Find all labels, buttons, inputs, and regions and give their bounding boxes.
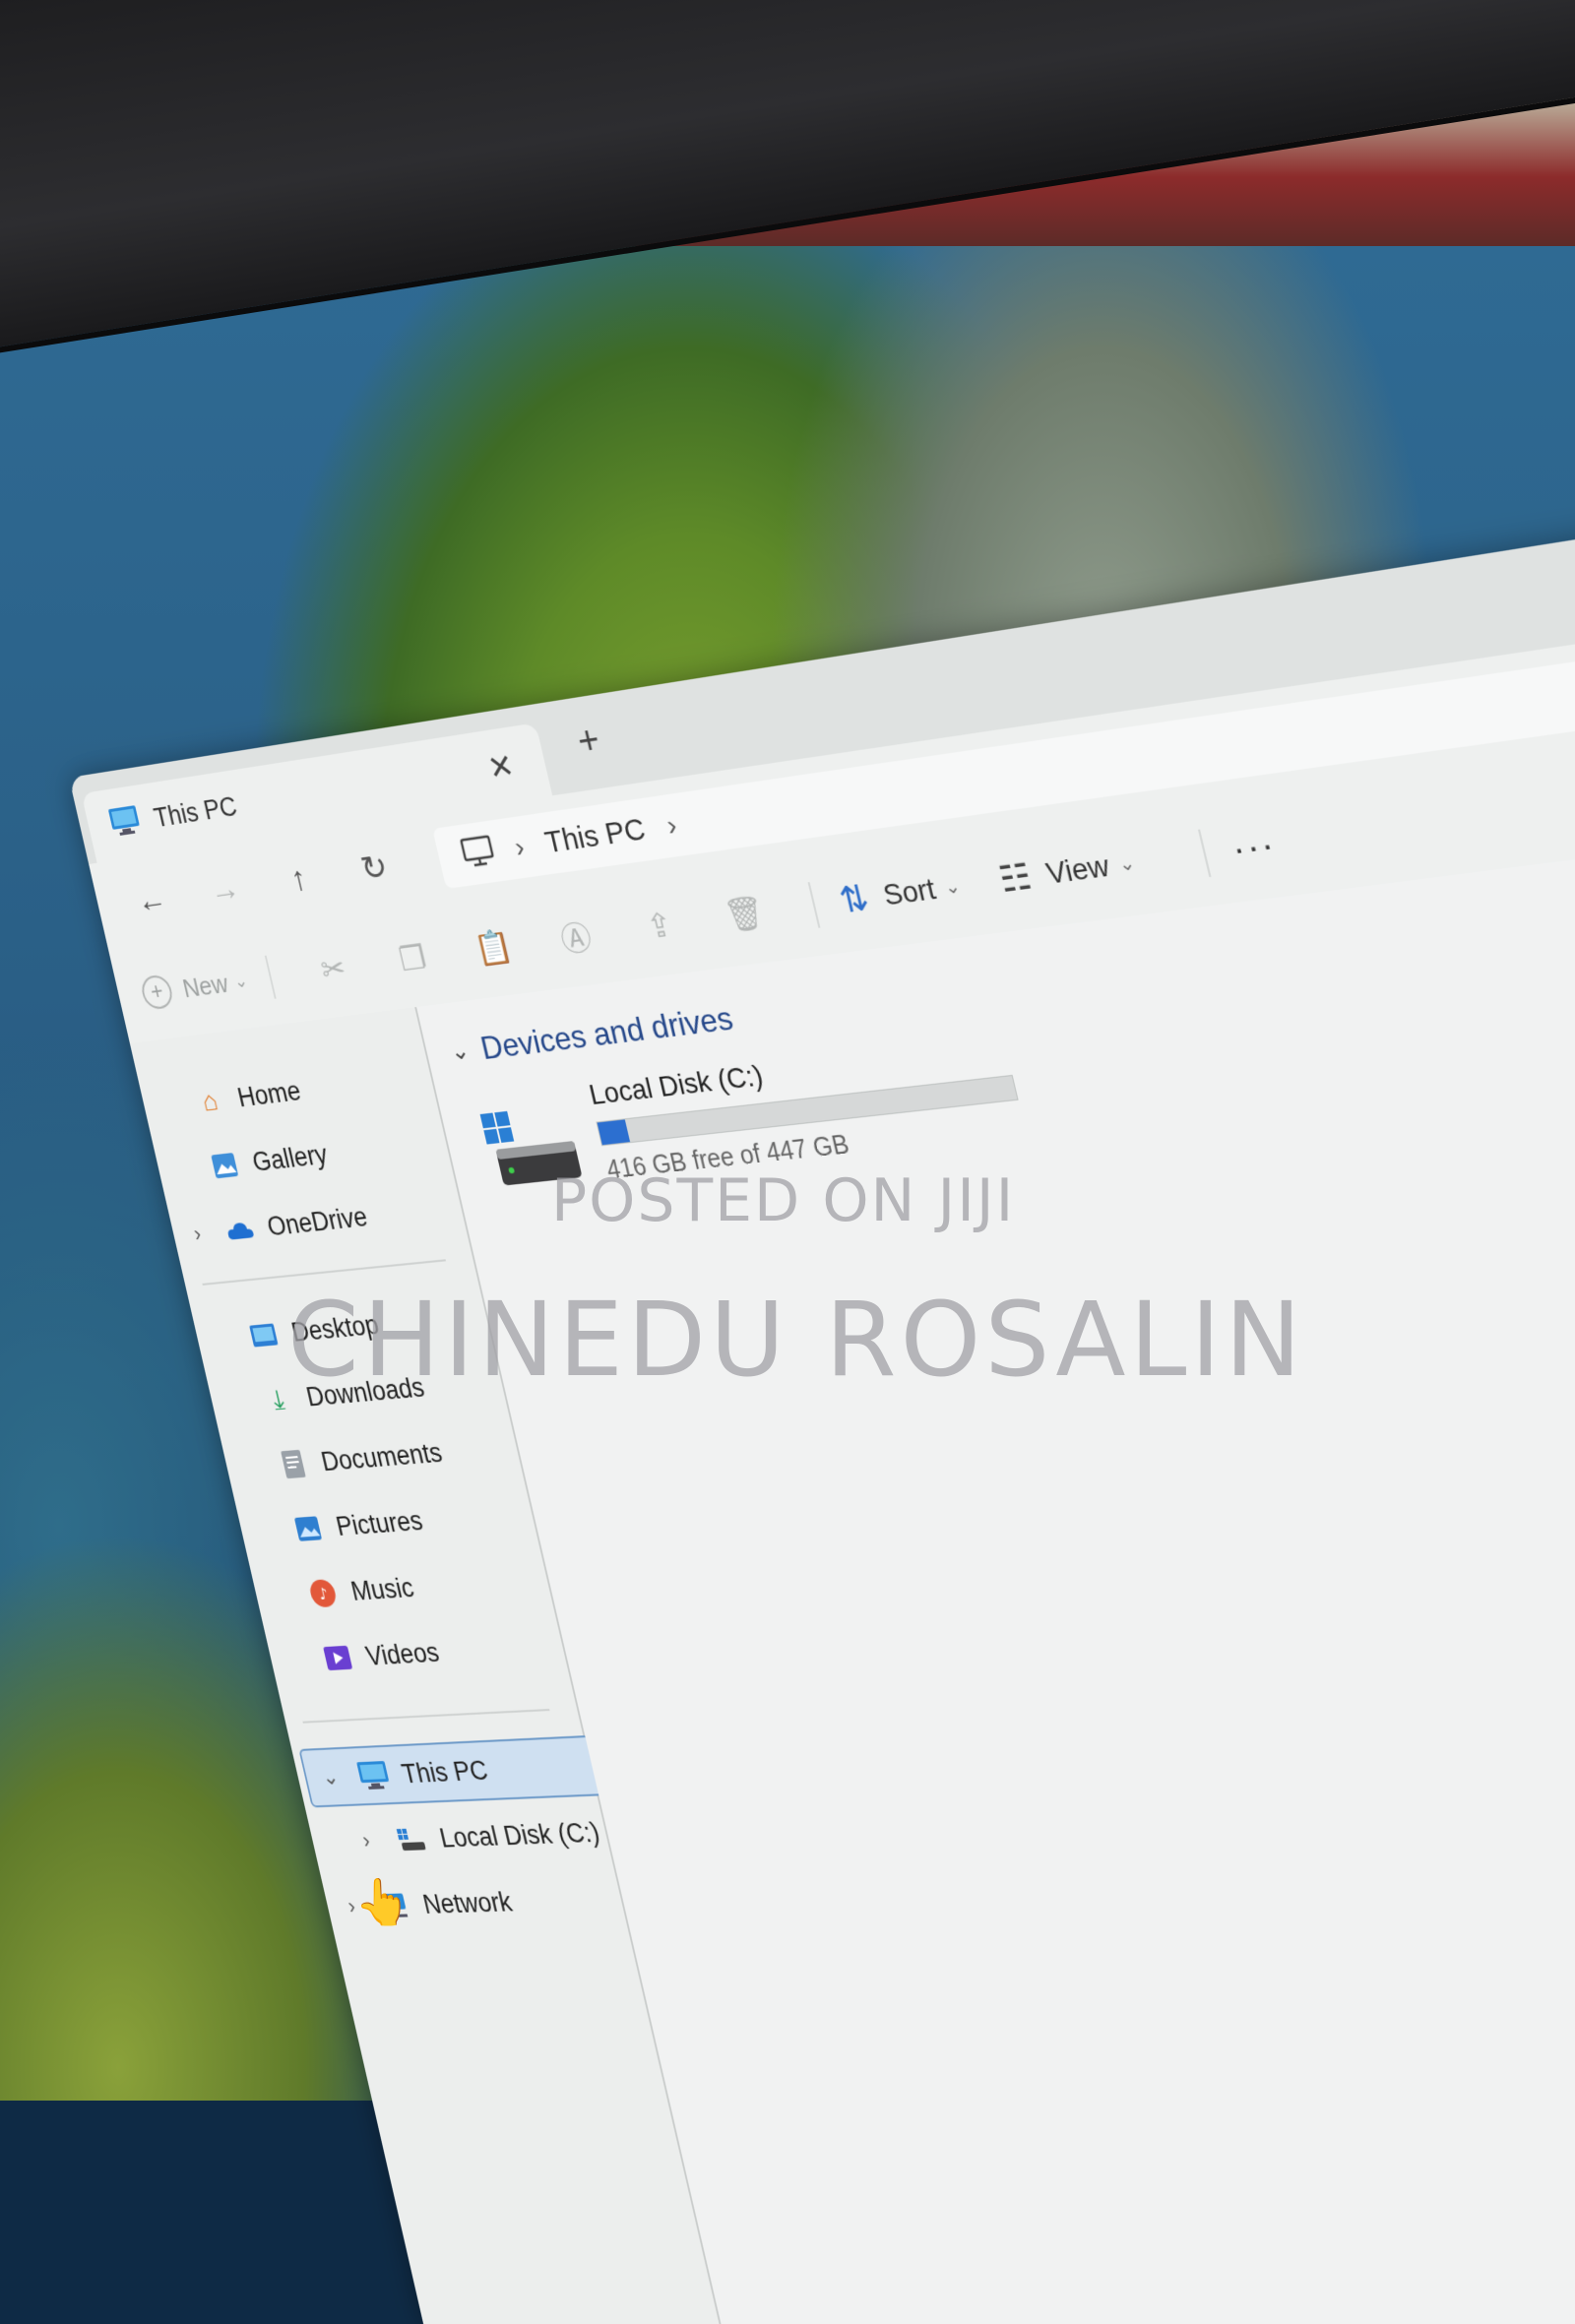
forward-arrow-icon[interactable]: → (183, 865, 266, 913)
sort-button-label: Sort (880, 872, 939, 911)
this-pc-icon (107, 804, 144, 843)
chevron-down-icon: ⌄ (231, 970, 250, 992)
toolbar-divider (1197, 829, 1212, 878)
sidebar-item-label: Pictures (333, 1505, 426, 1541)
view-list-icon: ☷ (995, 855, 1036, 901)
monitor-icon (459, 834, 498, 873)
drive-name: Local Disk (C:) (586, 1058, 767, 1111)
drive-usage-fill (597, 1119, 631, 1146)
music-icon: ♪ (304, 1576, 342, 1611)
plus-icon: + (139, 974, 175, 1011)
up-arrow-icon[interactable]: ↑ (257, 854, 341, 904)
sidebar-item-label: Videos (362, 1636, 442, 1671)
share-icon[interactable]: ⇪ (613, 901, 707, 951)
breadcrumb-separator[interactable]: › (512, 831, 528, 864)
sidebar-divider (302, 1708, 550, 1724)
close-icon[interactable]: ✕ (484, 746, 518, 788)
sidebar-item-label: Home (234, 1075, 304, 1112)
expand-chevron-icon[interactable]: › (192, 1222, 204, 1247)
sidebar-item-label: Music (347, 1572, 417, 1606)
paste-icon[interactable]: 📋 (449, 923, 539, 973)
sidebar-item-label: Network (419, 1886, 515, 1919)
section-title: Devices and drives (476, 999, 737, 1067)
hand-cursor-icon: 👆 (354, 1876, 411, 1927)
breadcrumb-this-pc[interactable]: This PC (541, 812, 649, 860)
chevron-down-icon: ⌄ (1116, 850, 1138, 875)
sidebar-item-label: Documents (318, 1436, 445, 1476)
gallery-icon (207, 1148, 243, 1184)
back-arrow-icon[interactable]: ← (111, 876, 192, 924)
watermark-line-2: CHINEDU ROSALIN (287, 1280, 1305, 1400)
home-icon: ⌂ (199, 1085, 220, 1117)
cut-icon[interactable]: ✂ (289, 945, 377, 993)
new-button[interactable]: + New ⌄ (139, 964, 251, 1011)
section-header-devices[interactable]: ⌄ Devices and drives (447, 999, 737, 1071)
new-button-label: New (179, 968, 231, 1003)
sort-icon: ⇅ (836, 877, 873, 921)
view-button[interactable]: ☷ View ⌄ (995, 841, 1140, 901)
this-pc-icon (355, 1758, 393, 1792)
refresh-icon[interactable]: ↻ (332, 843, 417, 893)
copy-icon[interactable]: ❐ (368, 934, 457, 982)
watermark-line-1: POSTED ON JIJI (551, 1166, 1016, 1235)
tab-title: This PC (151, 790, 240, 833)
collapse-chevron-icon[interactable]: ⌄ (320, 1764, 342, 1790)
chevron-down-icon: ⌄ (942, 874, 963, 898)
file-explorer-window: This PC ✕ + ← → ↑ ↻ › This PC › + New ⌄ … (69, 494, 1575, 2324)
rename-icon[interactable]: Ⓐ (530, 908, 623, 966)
sidebar-item-label: Gallery (249, 1138, 331, 1177)
new-tab-button[interactable]: + (573, 718, 603, 765)
chevron-down-icon: ⌄ (447, 1036, 472, 1066)
sidebar-item-label: Local Disk (C:) (436, 1816, 602, 1853)
desktop-icon (245, 1317, 282, 1352)
view-button-label: View (1042, 848, 1113, 891)
sidebar-item-label: OneDrive (264, 1201, 370, 1241)
screen: This PC ✕ + ← → ↑ ↻ › This PC › + New ⌄ … (0, 0, 1575, 2324)
sidebar-item-label: This PC (399, 1754, 491, 1789)
pictures-icon (289, 1511, 327, 1546)
videos-icon (319, 1641, 356, 1676)
breadcrumb-separator[interactable]: › (663, 808, 680, 843)
toolbar-divider (807, 882, 821, 928)
sort-button[interactable]: ⇅ Sort ⌄ (836, 864, 965, 922)
onedrive-icon (221, 1212, 258, 1248)
drive-icon (393, 1822, 430, 1856)
documents-icon (275, 1446, 311, 1481)
sidebar-item-this-pc[interactable]: ⌄ This PC (298, 1733, 636, 1808)
delete-icon[interactable]: 🗑 (698, 889, 793, 939)
expand-chevron-icon[interactable]: › (360, 1828, 372, 1853)
toolbar-divider (264, 955, 277, 999)
more-options-button[interactable]: ··· (1228, 823, 1280, 871)
